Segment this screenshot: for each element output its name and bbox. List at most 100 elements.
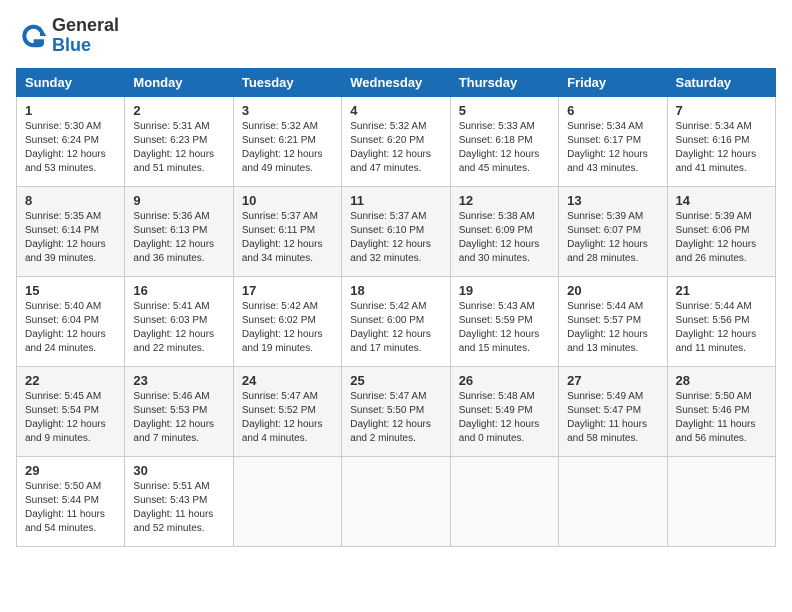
day-number: 17 xyxy=(242,283,333,298)
calendar-cell: 21Sunrise: 5:44 AMSunset: 5:56 PMDayligh… xyxy=(667,276,775,366)
calendar-cell: 2 Sunrise: 5:31 AMSunset: 6:23 PMDaylight… xyxy=(125,96,233,186)
day-number: 12 xyxy=(459,193,550,208)
weekday-header-sunday: Sunday xyxy=(17,68,125,96)
day-info: Sunrise: 5:37 AMSunset: 6:10 PMDaylight:… xyxy=(350,210,441,266)
day-info: Sunrise: 5:50 AMSunset: 5:46 PMDaylight:… xyxy=(676,390,767,446)
day-number: 3 xyxy=(242,103,333,118)
day-number: 20 xyxy=(567,283,658,298)
weekday-header-tuesday: Tuesday xyxy=(233,68,341,96)
weekday-header-saturday: Saturday xyxy=(667,68,775,96)
week-row-1: 1 Sunrise: 5:30 AMSunset: 6:24 PMDaylight… xyxy=(17,96,776,186)
week-row-3: 15 Sunrise: 5:40 AMSunset: 6:04 PMDayligh… xyxy=(17,276,776,366)
calendar-cell xyxy=(667,456,775,546)
calendar-cell: 13Sunrise: 5:39 AMSunset: 6:07 PMDayligh… xyxy=(559,186,667,276)
day-info: Sunrise: 5:47 AMSunset: 5:52 PMDaylight:… xyxy=(242,390,333,446)
calendar-cell: 26Sunrise: 5:48 AMSunset: 5:49 PMDayligh… xyxy=(450,366,558,456)
day-number: 24 xyxy=(242,373,333,388)
day-info: Sunrise: 5:40 AMSunset: 6:04 PMDaylight:… xyxy=(25,300,116,356)
day-info: Sunrise: 5:41 AMSunset: 6:03 PMDaylight:… xyxy=(133,300,224,356)
day-number: 22 xyxy=(25,373,116,388)
day-number: 27 xyxy=(567,373,658,388)
weekday-header-monday: Monday xyxy=(125,68,233,96)
calendar-cell: 19Sunrise: 5:43 AMSunset: 5:59 PMDayligh… xyxy=(450,276,558,366)
page-header: General Blue xyxy=(16,16,776,56)
calendar-cell: 29 Sunrise: 5:50 AMSunset: 5:44 PMDayligh… xyxy=(17,456,125,546)
day-info: Sunrise: 5:50 AMSunset: 5:44 PMDaylight:… xyxy=(25,480,116,536)
day-info: Sunrise: 5:51 AMSunset: 5:43 PMDaylight:… xyxy=(133,480,224,536)
calendar-cell xyxy=(559,456,667,546)
calendar-cell: 1 Sunrise: 5:30 AMSunset: 6:24 PMDaylight… xyxy=(17,96,125,186)
calendar-cell: 30Sunrise: 5:51 AMSunset: 5:43 PMDayligh… xyxy=(125,456,233,546)
day-info: Sunrise: 5:31 AMSunset: 6:23 PMDaylight:… xyxy=(133,120,224,176)
day-number: 25 xyxy=(350,373,441,388)
calendar-cell: 16 Sunrise: 5:41 AMSunset: 6:03 PMDayligh… xyxy=(125,276,233,366)
day-number: 16 xyxy=(133,283,224,298)
day-number: 18 xyxy=(350,283,441,298)
calendar-cell: 23 Sunrise: 5:46 AMSunset: 5:53 PMDayligh… xyxy=(125,366,233,456)
calendar-cell: 10 Sunrise: 5:37 AMSunset: 6:11 PMDayligh… xyxy=(233,186,341,276)
day-info: Sunrise: 5:34 AMSunset: 6:17 PMDaylight:… xyxy=(567,120,658,176)
week-row-2: 8 Sunrise: 5:35 AMSunset: 6:14 PMDaylight… xyxy=(17,186,776,276)
calendar-cell: 18 Sunrise: 5:42 AMSunset: 6:00 PMDayligh… xyxy=(342,276,450,366)
calendar-cell: 4 Sunrise: 5:32 AMSunset: 6:20 PMDaylight… xyxy=(342,96,450,186)
calendar-cell: 20 Sunrise: 5:44 AMSunset: 5:57 PMDayligh… xyxy=(559,276,667,366)
logo: General Blue xyxy=(16,16,119,56)
day-info: Sunrise: 5:46 AMSunset: 5:53 PMDaylight:… xyxy=(133,390,224,446)
day-info: Sunrise: 5:35 AMSunset: 6:14 PMDaylight:… xyxy=(25,210,116,266)
day-number: 5 xyxy=(459,103,550,118)
calendar-cell: 28 Sunrise: 5:50 AMSunset: 5:46 PMDayligh… xyxy=(667,366,775,456)
day-number: 2 xyxy=(133,103,224,118)
day-info: Sunrise: 5:49 AMSunset: 5:47 PMDaylight:… xyxy=(567,390,658,446)
day-number: 10 xyxy=(242,193,333,208)
day-info: Sunrise: 5:30 AMSunset: 6:24 PMDaylight:… xyxy=(25,120,116,176)
calendar-cell: 8 Sunrise: 5:35 AMSunset: 6:14 PMDaylight… xyxy=(17,186,125,276)
day-number: 21 xyxy=(676,283,767,298)
day-number: 23 xyxy=(133,373,224,388)
calendar-cell xyxy=(233,456,341,546)
calendar-cell: 11 Sunrise: 5:37 AMSunset: 6:10 PMDayligh… xyxy=(342,186,450,276)
calendar-cell xyxy=(342,456,450,546)
day-number: 1 xyxy=(25,103,116,118)
day-number: 8 xyxy=(25,193,116,208)
day-number: 9 xyxy=(133,193,224,208)
day-info: Sunrise: 5:39 AMSunset: 6:06 PMDaylight:… xyxy=(676,210,767,266)
day-number: 6 xyxy=(567,103,658,118)
day-number: 26 xyxy=(459,373,550,388)
day-info: Sunrise: 5:38 AMSunset: 6:09 PMDaylight:… xyxy=(459,210,550,266)
calendar-cell: 9Sunrise: 5:36 AMSunset: 6:13 PMDaylight… xyxy=(125,186,233,276)
calendar-cell: 3Sunrise: 5:32 AMSunset: 6:21 PMDaylight… xyxy=(233,96,341,186)
calendar-cell: 15 Sunrise: 5:40 AMSunset: 6:04 PMDayligh… xyxy=(17,276,125,366)
day-number: 14 xyxy=(676,193,767,208)
week-row-4: 22 Sunrise: 5:45 AMSunset: 5:54 PMDayligh… xyxy=(17,366,776,456)
calendar-cell: 24 Sunrise: 5:47 AMSunset: 5:52 PMDayligh… xyxy=(233,366,341,456)
calendar-cell: 7 Sunrise: 5:34 AMSunset: 6:16 PMDaylight… xyxy=(667,96,775,186)
weekday-header-row: SundayMondayTuesdayWednesdayThursdayFrid… xyxy=(17,68,776,96)
day-number: 11 xyxy=(350,193,441,208)
day-info: Sunrise: 5:44 AMSunset: 5:57 PMDaylight:… xyxy=(567,300,658,356)
weekday-header-thursday: Thursday xyxy=(450,68,558,96)
calendar-cell: 27 Sunrise: 5:49 AMSunset: 5:47 PMDayligh… xyxy=(559,366,667,456)
week-row-5: 29 Sunrise: 5:50 AMSunset: 5:44 PMDayligh… xyxy=(17,456,776,546)
day-info: Sunrise: 5:45 AMSunset: 5:54 PMDaylight:… xyxy=(25,390,116,446)
day-number: 28 xyxy=(676,373,767,388)
day-info: Sunrise: 5:39 AMSunset: 6:07 PMDaylight:… xyxy=(567,210,658,266)
day-info: Sunrise: 5:42 AMSunset: 6:00 PMDaylight:… xyxy=(350,300,441,356)
day-info: Sunrise: 5:33 AMSunset: 6:18 PMDaylight:… xyxy=(459,120,550,176)
weekday-header-friday: Friday xyxy=(559,68,667,96)
day-number: 15 xyxy=(25,283,116,298)
calendar-cell: 14 Sunrise: 5:39 AMSunset: 6:06 PMDayligh… xyxy=(667,186,775,276)
calendar-cell: 5 Sunrise: 5:33 AMSunset: 6:18 PMDaylight… xyxy=(450,96,558,186)
day-number: 4 xyxy=(350,103,441,118)
day-number: 7 xyxy=(676,103,767,118)
day-info: Sunrise: 5:32 AMSunset: 6:20 PMDaylight:… xyxy=(350,120,441,176)
day-number: 19 xyxy=(459,283,550,298)
calendar-cell: 22 Sunrise: 5:45 AMSunset: 5:54 PMDayligh… xyxy=(17,366,125,456)
day-info: Sunrise: 5:42 AMSunset: 6:02 PMDaylight:… xyxy=(242,300,333,356)
day-info: Sunrise: 5:37 AMSunset: 6:11 PMDaylight:… xyxy=(242,210,333,266)
calendar-cell: 25Sunrise: 5:47 AMSunset: 5:50 PMDayligh… xyxy=(342,366,450,456)
calendar-body: 1 Sunrise: 5:30 AMSunset: 6:24 PMDaylight… xyxy=(17,96,776,546)
day-number: 29 xyxy=(25,463,116,478)
logo-icon xyxy=(16,20,48,52)
day-info: Sunrise: 5:34 AMSunset: 6:16 PMDaylight:… xyxy=(676,120,767,176)
weekday-header-wednesday: Wednesday xyxy=(342,68,450,96)
